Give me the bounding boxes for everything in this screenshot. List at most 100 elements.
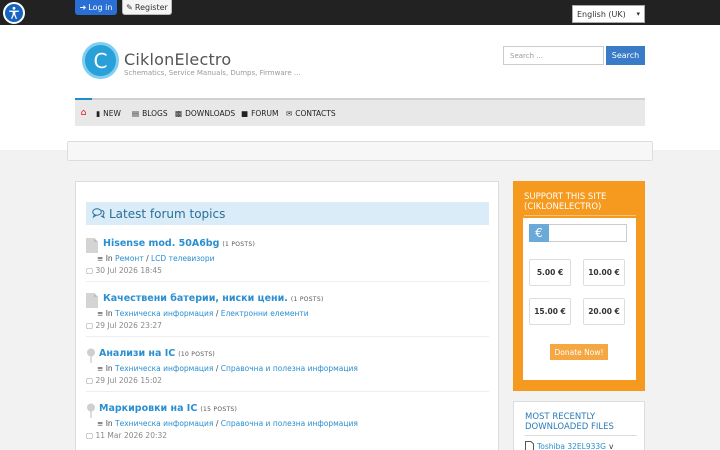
category-link[interactable]: Техническа информация (115, 364, 213, 373)
login-label: Log in (88, 3, 113, 12)
recent-download-suffix: v (608, 442, 614, 450)
nav-item-contacts[interactable]: ✉ CONTACTS (286, 100, 336, 126)
site-tagline: Schematics, Service Manuals, Dumps, Firm… (124, 69, 301, 77)
nav-item-label: FORUM (251, 108, 279, 118)
calendar-icon: ▢ (86, 376, 94, 385)
topic-meta: ≡ In Техническа информация / Справочна и… (97, 364, 358, 373)
panel-title: Latest forum topics (109, 206, 226, 221)
subcategory-link[interactable]: Справочна и полезна информация (221, 419, 358, 428)
topic-post-count: (15 POSTS) (200, 406, 238, 413)
chevron-down-icon: ▾ (636, 10, 640, 18)
chart-icon: ▮ (96, 108, 101, 118)
nav-item-label: BLOGS (142, 108, 168, 118)
amount-option-10[interactable]: 10.00 € (583, 259, 625, 286)
recent-download-link[interactable]: Toshiba 32EL933G (537, 442, 606, 450)
nav-item-blogs[interactable]: ▤ BLOGS (132, 100, 168, 126)
list-icon: ▤ (132, 108, 140, 118)
amount-option-20[interactable]: 20.00 € (583, 298, 625, 325)
calendar-icon: ▢ (86, 431, 94, 440)
topic-meta: ≡ In Техническа информация / Електронни … (97, 309, 309, 318)
amount-input[interactable]: € (529, 224, 627, 242)
topic-title-text: Hisense mod. 50A6bg (103, 238, 220, 249)
support-heading: SUPPORT THIS SITE (CIKLONELECTRO) (524, 192, 636, 216)
divider (86, 336, 489, 337)
search-placeholder: Search ... (510, 51, 543, 60)
topic-date: ▢ 11 Mar 2026 20:32 (86, 431, 167, 440)
file-icon (86, 293, 98, 308)
divider (86, 391, 489, 392)
in-label: In (105, 419, 113, 428)
topic-title[interactable]: Качествени батерии, ниски цени. (1 POSTS) (103, 293, 324, 304)
topic-post-count: (10 POSTS) (178, 351, 216, 358)
topic-date-text: 11 Mar 2026 20:32 (95, 431, 168, 440)
category-link[interactable]: Техническа информация (115, 419, 213, 428)
pin-icon (87, 348, 95, 363)
main-nav: ⌂ ▮ NEW ▤ BLOGS ▩ DOWNLOADS ■ FORUM ✉ CO… (75, 98, 645, 126)
amount-option-5[interactable]: 5.00 € (529, 259, 571, 286)
accessibility-icon (9, 6, 19, 19)
list-bars-icon: ≡ (97, 419, 104, 428)
topic-title[interactable]: Анализи на IC (10 POSTS) (99, 348, 215, 359)
site-name[interactable]: CiklonElectro (124, 50, 231, 69)
topic-date: ▢ 30 Jul 2026 18:45 (86, 266, 162, 275)
language-value: English (UK) (577, 9, 626, 19)
panel-heading: Latest forum topics (86, 202, 489, 225)
recent-downloads-widget: MOST RECENTLY DOWNLOADED FILES Toshiba 3… (513, 401, 645, 450)
topic-date: ▢ 29 Jul 2026 15:02 (86, 376, 162, 385)
topic-title-text: Маркировки на IC (99, 403, 198, 414)
donation-form: € 5.00 € 10.00 € 15.00 € 20.00 € Donate … (523, 218, 636, 380)
comments-icon (92, 208, 105, 219)
subcategory-link[interactable]: LCD телевизори (151, 254, 214, 263)
nav-item-forum[interactable]: ■ FORUM (241, 100, 278, 126)
envelope-icon: ✉ (286, 108, 293, 118)
search-button[interactable]: Search (606, 46, 645, 65)
sign-in-icon: ➜ (79, 3, 87, 12)
category-link[interactable]: Ремонт (115, 254, 144, 263)
donate-button[interactable]: Donate Now! (550, 344, 608, 360)
topic-date-text: 30 Jul 2026 18:45 (95, 266, 162, 275)
site-logo[interactable]: C (82, 42, 119, 79)
topic-post-count: (1 POSTS) (290, 296, 324, 303)
forum-panel: Latest forum topics Hisense mod. 50A6bg(… (75, 181, 499, 450)
topic-post-count: (1 POSTS) (222, 241, 256, 248)
recent-download-item: Toshiba 32EL933G v (525, 441, 613, 450)
breadcrumb (67, 141, 653, 161)
topic-title[interactable]: Hisense mod. 50A6bg (1 POSTS) (103, 238, 255, 249)
euro-icon: € (529, 224, 549, 242)
language-select[interactable]: English (UK) ▾ (572, 5, 645, 23)
accessibility-button[interactable] (3, 2, 25, 24)
search-input[interactable]: Search ... (503, 46, 604, 65)
topic-title-text: Качествени батерии, ниски цени. (103, 293, 288, 304)
calendar-icon: ▢ (86, 266, 94, 275)
topic-title-text: Анализи на IC (99, 348, 176, 359)
register-button[interactable]: ✎ Register (122, 0, 172, 15)
topic-date: ▢ 29 Jul 2026 23:27 (86, 321, 162, 330)
top-bar: ➜ Log in ✎ Register English (UK) ▾ (0, 0, 720, 25)
divider (86, 281, 489, 282)
list-bars-icon: ≡ (97, 254, 104, 263)
recent-heading: MOST RECENTLY DOWNLOADED FILES (525, 412, 637, 436)
list-bars-icon: ≡ (97, 364, 104, 373)
download-icon: ▩ (175, 108, 183, 118)
nav-item-downloads[interactable]: ▩ DOWNLOADS (175, 100, 235, 126)
home-icon: ⌂ (80, 108, 87, 118)
file-icon (86, 238, 98, 253)
category-link[interactable]: Техническа информация (115, 309, 213, 318)
in-label: In (105, 254, 113, 263)
subcategory-link[interactable]: Електронни елементи (221, 309, 309, 318)
support-widget: SUPPORT THIS SITE (CIKLONELECTRO) € 5.00… (513, 181, 645, 391)
edit-icon: ✎ (126, 2, 133, 12)
nav-item-label: DOWNLOADS (185, 108, 236, 118)
comment-icon: ■ (241, 108, 249, 118)
in-label: In (105, 309, 113, 318)
subcategory-link[interactable]: Справочна и полезна информация (221, 364, 358, 373)
file-icon (525, 441, 534, 450)
topic-date-text: 29 Jul 2026 15:02 (95, 376, 162, 385)
list-bars-icon: ≡ (97, 309, 104, 318)
nav-item-home[interactable]: ⌂ (75, 98, 92, 126)
topic-meta: ≡ In Ремонт / LCD телевизори (97, 254, 215, 263)
topic-title[interactable]: Маркировки на IC (15 POSTS) (99, 403, 237, 414)
nav-item-new[interactable]: ▮ NEW (96, 100, 121, 126)
amount-option-15[interactable]: 15.00 € (529, 298, 571, 325)
login-button[interactable]: ➜ Log in (75, 0, 117, 15)
